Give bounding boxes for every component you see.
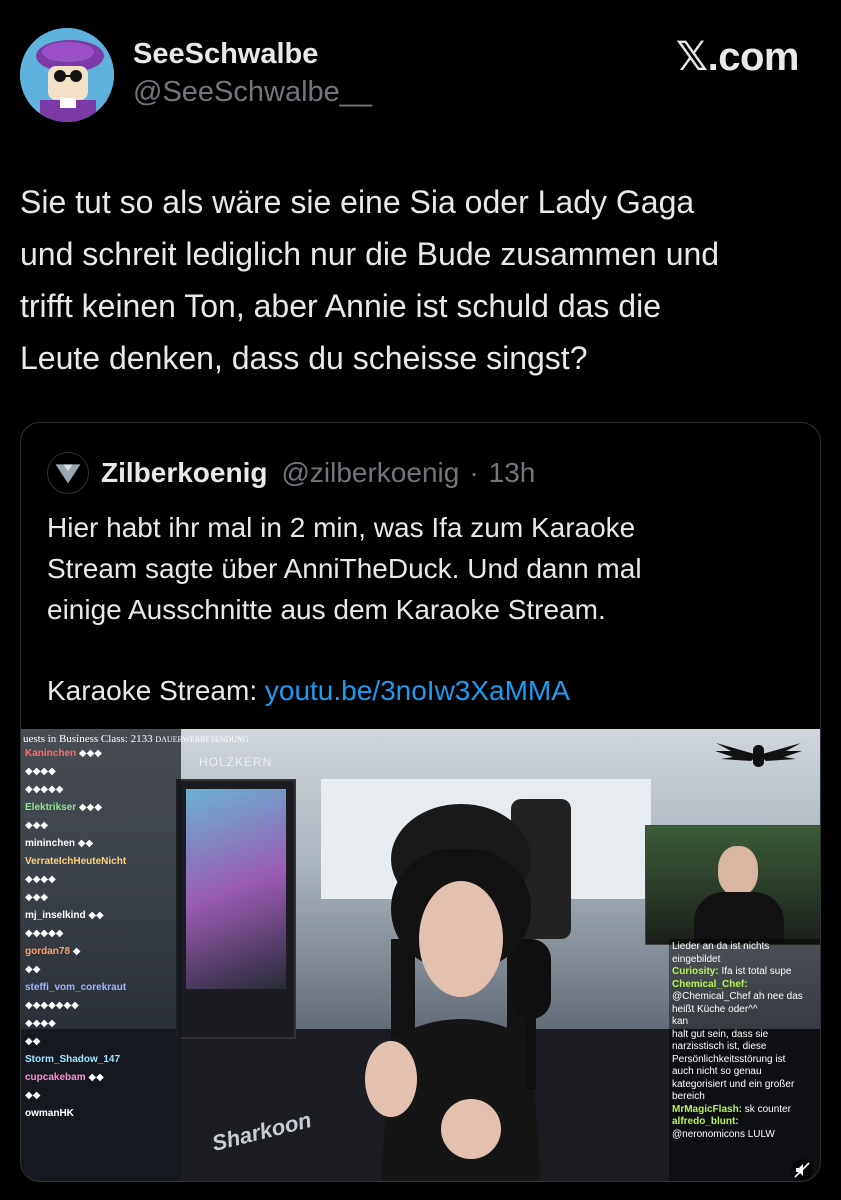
- microphone-icon: [511, 939, 551, 1089]
- chat-row: Elektrikser ◆◆◆: [25, 802, 103, 813]
- chat-row: ◆◆◆◆◆: [25, 784, 64, 795]
- chat-row: cupcakebam ◆◆: [25, 1072, 104, 1083]
- quoted-author-name[interactable]: Zilberkoenig: [101, 457, 267, 489]
- avatar-purple-beret-icon: [20, 28, 114, 122]
- webcam-inset: [645, 825, 820, 945]
- chat-row: mj_inselkind ◆◆: [25, 910, 104, 921]
- overlay-chat-row: kan: [672, 1016, 689, 1027]
- tweet-line: Leute denken, dass du scheisse singst?: [20, 340, 588, 376]
- x-com-brand: 𝕏.com: [675, 35, 800, 79]
- chat-row: gordan78 ◆: [25, 946, 81, 957]
- chat-row: owmanHK: [25, 1108, 74, 1119]
- quoted-tweet-text: Hier habt ihr mal in 2 min, was Ifa zum …: [47, 507, 787, 630]
- video-media[interactable]: HOLZKERN Sharkoon uests in Business Clas…: [21, 729, 820, 1181]
- quoted-link-line: Karaoke Stream: youtu.be/3noIw3XaMMA: [47, 670, 570, 711]
- overlay-chat: Lieder an da ist nichts eingebildet Curi…: [669, 939, 820, 1181]
- wings-logo-icon: [715, 743, 802, 767]
- chat-row: ◆◆◆◆: [25, 1018, 56, 1029]
- chat-row: ◆◆◆◆: [25, 766, 56, 777]
- tweet-header: SeeSchwalbe @SeeSchwalbe__ 𝕏.com: [0, 0, 841, 140]
- chat-row: ◆◆◆◆◆◆◆: [25, 1000, 79, 1011]
- separator-dot: ·: [469, 457, 479, 488]
- chat-row: Storm_Shadow_147: [25, 1054, 121, 1065]
- author-display-name[interactable]: SeeSchwalbe: [133, 38, 318, 71]
- youtube-link[interactable]: youtu.be/3noIw3XaMMA: [265, 675, 570, 706]
- overlay-chat-row: @neronomicons LULW: [672, 1128, 775, 1140]
- quoted-author-avatar[interactable]: [47, 452, 89, 494]
- muted-speaker-icon[interactable]: [791, 1159, 813, 1181]
- chat-row: ◆◆◆◆: [25, 874, 56, 885]
- overlay-chat-row: narzisstisch ist, diese: [672, 1041, 767, 1052]
- chat-row: ◆◆: [25, 1036, 41, 1047]
- overlay-chat-row: heißt Küche oder^^: [672, 1003, 758, 1015]
- chat-row: VerrateIchHeuteNicht: [25, 856, 127, 867]
- overlay-chat-row: Curiosity: Ifa ist total supe: [672, 966, 792, 977]
- chat-row: ◆◆◆: [25, 820, 49, 831]
- overlay-chat-row: Chemical_Chef:: [672, 978, 748, 990]
- overlay-chat-row: bereich: [672, 1091, 705, 1102]
- quoted-line: Hier habt ihr mal in 2 min, was Ifa zum …: [47, 512, 636, 543]
- tweet-line: und schreit lediglich nur die Bude zusam…: [20, 236, 720, 272]
- author-handle[interactable]: @SeeSchwalbe__: [133, 76, 372, 109]
- chat-title: uests in Business Class: 2133 DAUERWERBE…: [23, 733, 249, 745]
- chat-row: steffi_vom_corekraut: [25, 982, 127, 993]
- overlay-chat-row: auch nicht so genau: [672, 1066, 762, 1077]
- chat-row: mininchen ◆◆: [25, 838, 94, 849]
- chat-row: ◆◆◆◆◆: [25, 928, 64, 939]
- quoted-line: Stream sagte über AnniTheDuck. Und dann …: [47, 553, 642, 584]
- chat-row: Kaninchen ◆◆◆: [25, 748, 102, 759]
- overlay-chat-row: eingebildet: [672, 953, 721, 965]
- webcam-face: [718, 846, 758, 896]
- quoted-tweet[interactable]: Zilberkoenig @zilberkoenig · 13h Hier ha…: [20, 422, 821, 1182]
- sponsor-label: HOLZKERN: [199, 755, 273, 769]
- chat-row: ◆◆◆: [25, 892, 49, 903]
- pc-glass: [186, 789, 286, 989]
- tweet-text: Sie tut so als wäre sie eine Sia oder La…: [20, 176, 825, 384]
- link-prefix: Karaoke Stream:: [47, 675, 265, 706]
- overlay-chat-row: Lieder an da ist nichts: [672, 941, 770, 952]
- overlay-chat-row: halt gut sein, dass sie: [672, 1028, 769, 1040]
- crown-logo-icon: [48, 453, 88, 493]
- overlay-chat-row: MrMagicFlash: sk counter: [672, 1103, 791, 1115]
- stream-chat-panel: uests in Business Class: 2133 DAUERWERBE…: [21, 729, 249, 1181]
- tweet-line: trifft keinen Ton, aber Annie ist schuld…: [20, 288, 661, 324]
- webcam-shirt: [694, 892, 784, 944]
- quoted-line: einige Ausschnitte aus dem Karaoke Strea…: [47, 594, 606, 625]
- quoted-tweet-header: Zilberkoenig @zilberkoenig · 13h: [47, 452, 536, 494]
- tweet-line: Sie tut so als wäre sie eine Sia oder La…: [20, 184, 695, 220]
- overlay-chat-row: alfredo_blunt:: [672, 1116, 739, 1127]
- quoted-author-handle[interactable]: @zilberkoenig: [281, 457, 459, 489]
- chat-row: ◆◆: [25, 1090, 41, 1101]
- author-avatar[interactable]: [20, 28, 114, 122]
- overlay-chat-row: Persönlichkeitsstörung ist: [672, 1053, 786, 1065]
- overlay-chat-row: kategorisiert und ein großer: [672, 1078, 795, 1090]
- quoted-timestamp[interactable]: 13h: [489, 457, 536, 489]
- chat-row: ◆◆: [25, 964, 41, 975]
- overlay-chat-row: @Chemical_Chef ah nee das: [672, 991, 803, 1002]
